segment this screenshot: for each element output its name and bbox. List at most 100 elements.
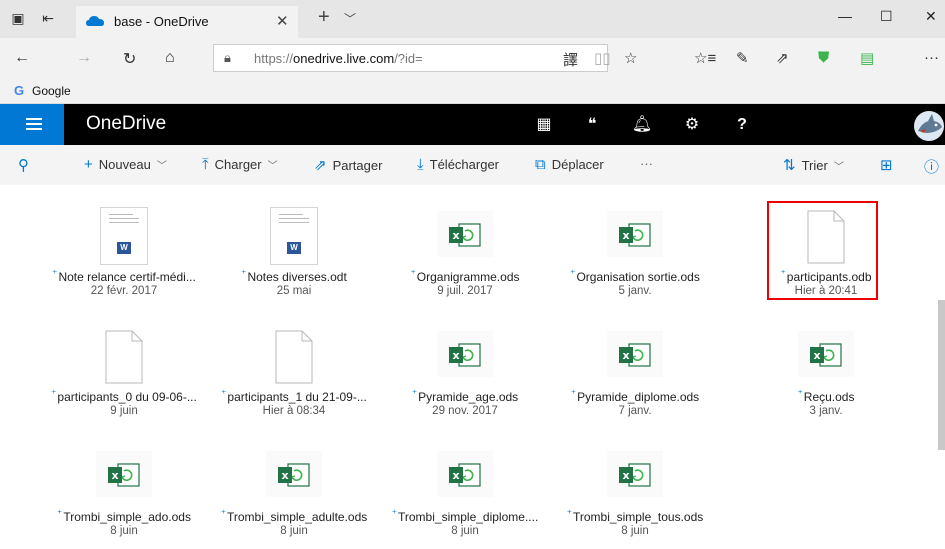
tab-menu-chevron-icon[interactable]: ﹀ xyxy=(344,10,356,27)
file-modified-date: 22 févr. 2017 xyxy=(90,285,158,297)
file-name[interactable]: ⁺Trombi_simple_tous.ods xyxy=(550,509,720,524)
file-name[interactable]: ⁺Trombi_simple_adulte.ods xyxy=(209,509,379,524)
close-window-icon[interactable]: ✕ xyxy=(925,8,937,25)
share-button[interactable]: ⇗ Partager xyxy=(314,156,382,174)
svg-text:x: x xyxy=(281,469,288,482)
spreadsheet-thumbnail[interactable]: x xyxy=(96,451,152,497)
favorite-star-icon[interactable]: ☆ xyxy=(624,49,637,67)
word-document-thumbnail[interactable]: W xyxy=(100,207,148,265)
file-name[interactable]: ⁺Trombi_simple_ado.ods xyxy=(39,509,209,524)
file-modified-date: 9 juin xyxy=(110,405,138,417)
spreadsheet-thumbnail[interactable]: x xyxy=(437,331,493,377)
avatar[interactable] xyxy=(914,111,944,141)
file-thumbnail[interactable] xyxy=(100,329,148,385)
url-text: https://onedrive.live.com/?id= xyxy=(254,51,423,66)
svg-text:x: x xyxy=(111,469,118,482)
translate-icon[interactable]: 譯 xyxy=(563,49,578,70)
pen-notes-icon[interactable]: ✎ xyxy=(736,49,749,67)
more-commands-button[interactable]: ··· xyxy=(640,156,653,171)
search-icon[interactable]: ⚲ xyxy=(18,156,35,174)
extension-icon[interactable]: ▤ xyxy=(860,49,874,67)
sort-button[interactable]: ⇅ Trier ﹀ xyxy=(783,156,844,174)
refresh-icon[interactable]: ↻ xyxy=(123,49,136,69)
back-icon[interactable]: ← xyxy=(14,49,30,67)
download-arrow-icon: ⤓ xyxy=(417,156,424,173)
file-tile[interactable]: x ⁺Pyramide_age.ods 29 nov. 2017 xyxy=(380,317,550,427)
file-name[interactable]: ⁺Trombi_simple_diplome.... xyxy=(380,509,550,524)
file-name[interactable]: ⁺participants_0 du 09-06-... xyxy=(39,389,209,404)
view-toggle-icon[interactable]: ⊞ xyxy=(880,156,899,174)
new-file-sparkle-icon: ⁺ xyxy=(51,389,57,400)
browser-tab[interactable]: base - OneDrive ✕ xyxy=(76,6,298,38)
file-modified-date: Hier à 08:34 xyxy=(262,405,326,417)
file-name[interactable]: ⁺Pyramide_diplome.ods xyxy=(550,389,720,404)
file-name[interactable]: ⁺Notes diverses.odt xyxy=(209,269,379,284)
file-name[interactable]: ⁺Pyramide_age.ods xyxy=(380,389,550,404)
new-button[interactable]: + Nouveau ﹀ xyxy=(84,156,167,173)
file-tile[interactable]: x ⁺Pyramide_diplome.ods 7 janv. xyxy=(550,317,720,427)
svg-text:x: x xyxy=(452,229,459,242)
upload-button[interactable]: ⤒ Charger ﹀ xyxy=(202,156,278,173)
word-document-thumbnail[interactable]: W xyxy=(270,207,318,265)
file-name[interactable]: ⁺participants_1 du 21-09-... xyxy=(209,389,379,404)
spreadsheet-thumbnail[interactable]: x xyxy=(266,451,322,497)
file-name[interactable]: ⁺Reçu.ods xyxy=(741,389,911,404)
set-aside-tabs-icon[interactable]: ⇤ xyxy=(38,10,58,28)
share-icon[interactable]: ⇗ xyxy=(776,49,789,67)
chevron-down-icon: ﹀ xyxy=(833,162,844,173)
file-modified-date: 5 janv. xyxy=(618,285,652,297)
download-button[interactable]: ⤓ Télécharger xyxy=(417,156,499,173)
minimize-icon[interactable]: — xyxy=(838,8,852,24)
file-tile[interactable]: x ⁺Trombi_simple_tous.ods 8 juin xyxy=(550,437,720,547)
tab-preview-icon[interactable]: ▣ xyxy=(8,10,28,28)
file-tile[interactable]: W ⁺Notes diverses.odt 25 mai xyxy=(209,197,379,307)
info-icon[interactable]: ⓘ xyxy=(924,156,945,177)
settings-gear-icon[interactable]: ⚙ xyxy=(673,104,711,145)
app-launcher-icon[interactable]: ▦ xyxy=(525,104,563,145)
file-tile[interactable]: x ⁺Organisation sortie.ods 5 janv. xyxy=(550,197,720,307)
favorite-google[interactable]: Google xyxy=(32,84,71,98)
generic-file-icon xyxy=(105,330,143,384)
avatar-shark-icon xyxy=(918,114,942,133)
app-title[interactable]: OneDrive xyxy=(86,113,166,135)
spreadsheet-thumbnail[interactable]: x xyxy=(798,331,854,377)
favorites-hub-icon[interactable]: ☆≡ xyxy=(694,49,716,67)
shield-extension-icon[interactable]: ⛊ xyxy=(818,49,829,66)
file-tile[interactable]: x ⁺Reçu.ods 3 janv. xyxy=(741,317,911,427)
file-tile[interactable]: x ⁺Trombi_simple_adulte.ods 8 juin xyxy=(209,437,379,547)
more-options-icon[interactable]: ··· xyxy=(924,49,939,66)
help-icon[interactable]: ? xyxy=(723,104,761,145)
feedback-icon[interactable]: ❝ xyxy=(573,104,611,145)
spreadsheet-thumbnail[interactable]: x xyxy=(607,211,663,257)
lock-icon: 🔒︎ xyxy=(224,50,231,65)
move-button[interactable]: ⧉ Déplacer xyxy=(535,156,604,173)
spreadsheet-thumbnail[interactable]: x xyxy=(437,211,493,257)
spreadsheet-thumbnail[interactable]: x xyxy=(437,451,493,497)
file-name[interactable]: ⁺Organisation sortie.ods xyxy=(550,269,720,284)
forward-icon[interactable]: → xyxy=(76,49,92,67)
reading-view-icon[interactable]: ▯▯ xyxy=(594,49,611,67)
notifications-bell-icon[interactable]: 🔔︎ xyxy=(623,104,661,145)
file-thumbnail[interactable] xyxy=(270,329,318,385)
file-tile[interactable]: x ⁺Trombi_simple_ado.ods 8 juin xyxy=(39,437,209,547)
home-icon[interactable]: ⌂ xyxy=(165,49,175,67)
word-icon: W xyxy=(117,242,131,254)
file-tile[interactable]: x ⁺Organigramme.ods 9 juil. 2017 xyxy=(380,197,550,307)
excel-icon: x xyxy=(449,463,481,487)
hamburger-menu-icon[interactable] xyxy=(0,104,64,145)
browser-address-row: ← → ↻ ⌂ 🔒︎ https://onedrive.live.com/?id… xyxy=(0,38,945,78)
spreadsheet-thumbnail[interactable]: x xyxy=(607,451,663,497)
file-tile[interactable]: ⁺participants_1 du 21-09-... Hier à 08:34 xyxy=(209,317,379,427)
address-bar[interactable]: 🔒︎ https://onedrive.live.com/?id= xyxy=(213,44,608,72)
spreadsheet-thumbnail[interactable]: x xyxy=(607,331,663,377)
tab-close-icon[interactable]: ✕ xyxy=(276,12,289,30)
maximize-icon[interactable]: ☐ xyxy=(880,8,893,25)
file-name[interactable]: ⁺Organigramme.ods xyxy=(380,269,550,284)
file-tile[interactable]: x ⁺Trombi_simple_diplome.... 8 juin xyxy=(380,437,550,547)
file-tile[interactable]: W ⁺Note relance certif-médi... 22 févr. 20… xyxy=(39,197,209,307)
scrollbar[interactable] xyxy=(938,300,945,450)
file-tile[interactable]: ⁺participants_0 du 09-06-... 9 juin xyxy=(39,317,209,427)
new-tab-icon[interactable]: + xyxy=(318,6,330,29)
chevron-down-icon: ﹀ xyxy=(156,161,167,172)
file-name[interactable]: ⁺Note relance certif-médi... xyxy=(39,269,209,284)
